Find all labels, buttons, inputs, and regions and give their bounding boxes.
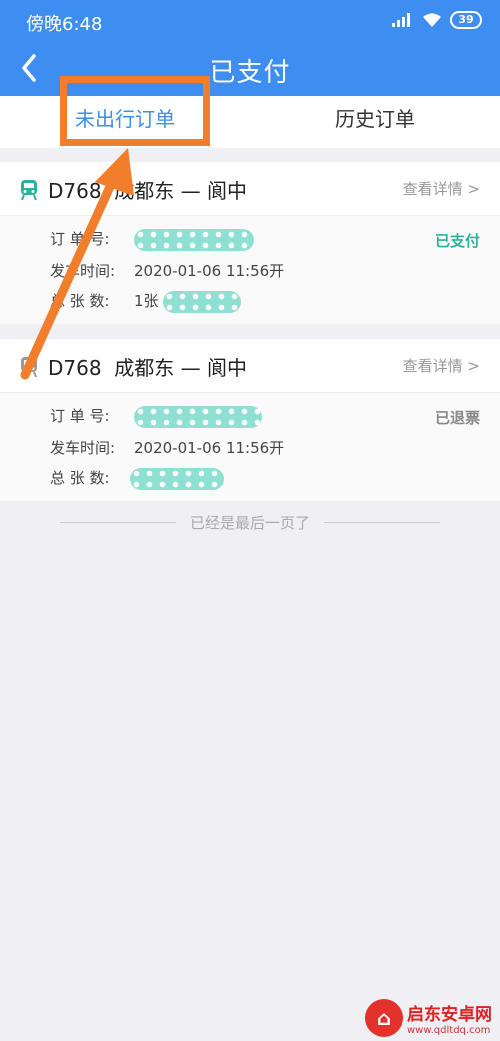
watermark-logo-icon: ⌂: [365, 999, 403, 1037]
watermark-url: www.qdltdq.com: [407, 1025, 491, 1036]
annotation-arrow-icon: [20, 148, 134, 380]
watermark: ⌂ 启东安卓网 www.qdltdq.com: [365, 996, 500, 1040]
watermark-name: 启东安卓网: [407, 1005, 492, 1025]
